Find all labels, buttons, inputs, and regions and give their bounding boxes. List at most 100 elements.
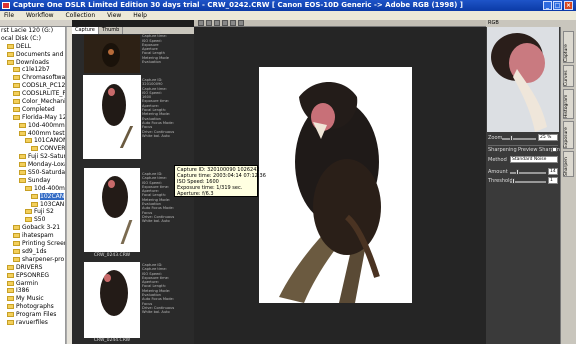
menu-help[interactable]: Help xyxy=(133,12,147,19)
tree-item[interactable]: My Music xyxy=(0,295,65,303)
vtab-sharpen[interactable]: Sharpen xyxy=(563,151,574,177)
tree-item[interactable]: sharpener-pro xyxy=(0,256,65,264)
tree-item[interactable]: 101CANON xyxy=(0,137,65,145)
tree-item[interactable]: Photographs xyxy=(0,303,65,311)
hand-tool-icon[interactable] xyxy=(206,20,212,26)
tree-item[interactable]: Fuji S2-Saturd xyxy=(0,153,65,161)
tree-item[interactable]: 103CAN xyxy=(0,201,65,209)
thumbnail-highlight xyxy=(108,180,115,188)
thumbnail-2[interactable] xyxy=(84,168,140,252)
tree-item[interactable]: ihatespam xyxy=(0,232,65,240)
threshold-slider-track[interactable] xyxy=(510,181,546,183)
folder-icon xyxy=(13,248,20,254)
threshold-slider-knob[interactable] xyxy=(512,178,515,184)
browser-toolbar xyxy=(0,20,72,27)
zoom-value[interactable]: 25 % xyxy=(538,134,558,141)
select-tool-icon[interactable] xyxy=(198,20,204,26)
folder-icon xyxy=(7,264,14,270)
tree-item[interactable]: Printing Screen Sh xyxy=(0,240,65,248)
zoom-slider-knob[interactable] xyxy=(510,135,513,141)
tree-item[interactable]: Garmin xyxy=(0,280,65,288)
panel-top-label: RGB xyxy=(488,20,499,26)
tree-item[interactable]: Fuji S2 xyxy=(0,208,65,216)
zoom-tool-icon[interactable] xyxy=(214,20,220,26)
menu-file[interactable]: File xyxy=(4,12,14,19)
tree-item[interactable]: Completed xyxy=(0,106,65,114)
tree-item[interactable]: 400mm test Fl xyxy=(0,130,65,138)
tree-item[interactable]: EPSONREG xyxy=(0,272,65,280)
tree-item[interactable]: 10d-400mm-Se xyxy=(0,122,65,130)
folder-icon xyxy=(31,201,38,207)
tree-item[interactable]: 102CAN xyxy=(0,192,65,201)
thumbnail-0[interactable] xyxy=(84,35,140,73)
tree-item[interactable]: rst Lacie 120 (G:) xyxy=(0,27,65,35)
thumbnail-meta-1: Capture ID: 320100090 Capture time: ISO … xyxy=(142,78,175,138)
minimize-button[interactable]: _ xyxy=(543,1,552,10)
preview-thumbnail xyxy=(487,27,559,132)
tree-item[interactable]: S50-Saturday xyxy=(0,169,65,177)
tree-item[interactable]: ravuerfiles xyxy=(0,319,65,327)
thumbnail-3[interactable] xyxy=(84,262,140,338)
tree-item[interactable]: Chromasoftware xyxy=(0,74,65,82)
picker-tool-icon[interactable] xyxy=(238,20,244,26)
vtab-capture[interactable]: Capture xyxy=(563,31,574,63)
tree-item-label: 101CANON xyxy=(34,137,65,145)
tree-item[interactable]: Documents and Sett xyxy=(0,51,65,59)
tree-item[interactable]: ocal Disk (C:) xyxy=(0,35,65,43)
tree-item[interactable]: CODSLRLITE_PC1 xyxy=(0,90,65,98)
threshold-value[interactable]: 1 xyxy=(548,177,558,184)
menu-view[interactable]: View xyxy=(107,12,121,19)
tree-item[interactable]: I386 xyxy=(0,287,65,295)
amount-value[interactable]: 14 xyxy=(548,168,558,175)
tree-item[interactable]: CODSLR_PC12A5 xyxy=(0,82,65,90)
crop-tool-icon[interactable] xyxy=(222,20,228,26)
folder-icon xyxy=(25,138,32,144)
tree-item[interactable]: Program Files xyxy=(0,311,65,319)
close-button[interactable]: × xyxy=(564,1,573,10)
vtab-histogram[interactable]: Histogram xyxy=(563,89,574,119)
main-image[interactable] xyxy=(259,67,412,303)
folder-icon xyxy=(13,256,20,262)
tree-item[interactable]: Color_Mechanic xyxy=(0,98,65,106)
amount-label: Amount xyxy=(488,169,508,175)
tree-item[interactable]: 10d-400mm xyxy=(0,185,65,193)
tree-item-label: ocal Disk (C:) xyxy=(1,34,41,42)
tree-item[interactable]: sd9_1ds xyxy=(0,248,65,256)
tree-item[interactable]: S50 xyxy=(0,216,65,224)
menu-collection[interactable]: Collection xyxy=(65,12,95,19)
tree-item-label: 10d-400mm xyxy=(34,184,65,192)
tab-thumb[interactable]: Thumb xyxy=(99,27,124,34)
rotate-tool-icon[interactable] xyxy=(230,20,236,26)
tree-item[interactable]: CONVER xyxy=(0,145,65,153)
tree-item[interactable]: Monday-Loxah xyxy=(0,161,65,169)
tree-item[interactable]: Downloads xyxy=(0,59,65,67)
preview-sharpen-checkbox[interactable] xyxy=(552,147,557,152)
tree-item[interactable]: Florida-May 12 to xyxy=(0,114,65,122)
vtab-curves[interactable]: Curves xyxy=(563,65,574,87)
maximize-button[interactable]: □ xyxy=(553,1,562,10)
menu-workflow[interactable]: Workflow xyxy=(26,12,54,19)
tree-item[interactable]: Goback 3-21 xyxy=(0,224,65,232)
tree-item[interactable]: DRIVERS xyxy=(0,264,65,272)
folder-icon xyxy=(25,185,32,191)
folder-icon xyxy=(13,114,20,120)
capture-info-tooltip: Capture ID: 320100090 1026242 Capture ti… xyxy=(174,165,266,197)
thumbnail-highlight xyxy=(108,49,114,55)
amount-slider-knob[interactable] xyxy=(516,169,519,175)
tree-item-label: Color_Mechanic xyxy=(22,98,65,106)
tree-item[interactable]: Sunday xyxy=(0,177,65,185)
vtab-exposure[interactable]: Exposure xyxy=(563,121,574,149)
thumbnail-highlight xyxy=(108,88,115,96)
zoom-slider-track[interactable] xyxy=(502,138,536,140)
tree-item-label: S50 xyxy=(34,216,46,224)
method-select[interactable]: Standard Noise xyxy=(510,156,558,163)
folder-icon xyxy=(19,177,26,183)
tree-item-label: Fuji S2 xyxy=(34,208,54,216)
tree-item-label: Printing Screen Sh xyxy=(22,240,65,248)
tab-capture[interactable]: Capture xyxy=(72,27,99,34)
folder-icon xyxy=(13,67,20,73)
tree-item[interactable]: c1le12b7 xyxy=(0,66,65,74)
tree-item-label: EPSONREG xyxy=(16,271,50,279)
tree-item[interactable]: DELL xyxy=(0,43,65,51)
thumbnail-1[interactable] xyxy=(83,75,141,159)
